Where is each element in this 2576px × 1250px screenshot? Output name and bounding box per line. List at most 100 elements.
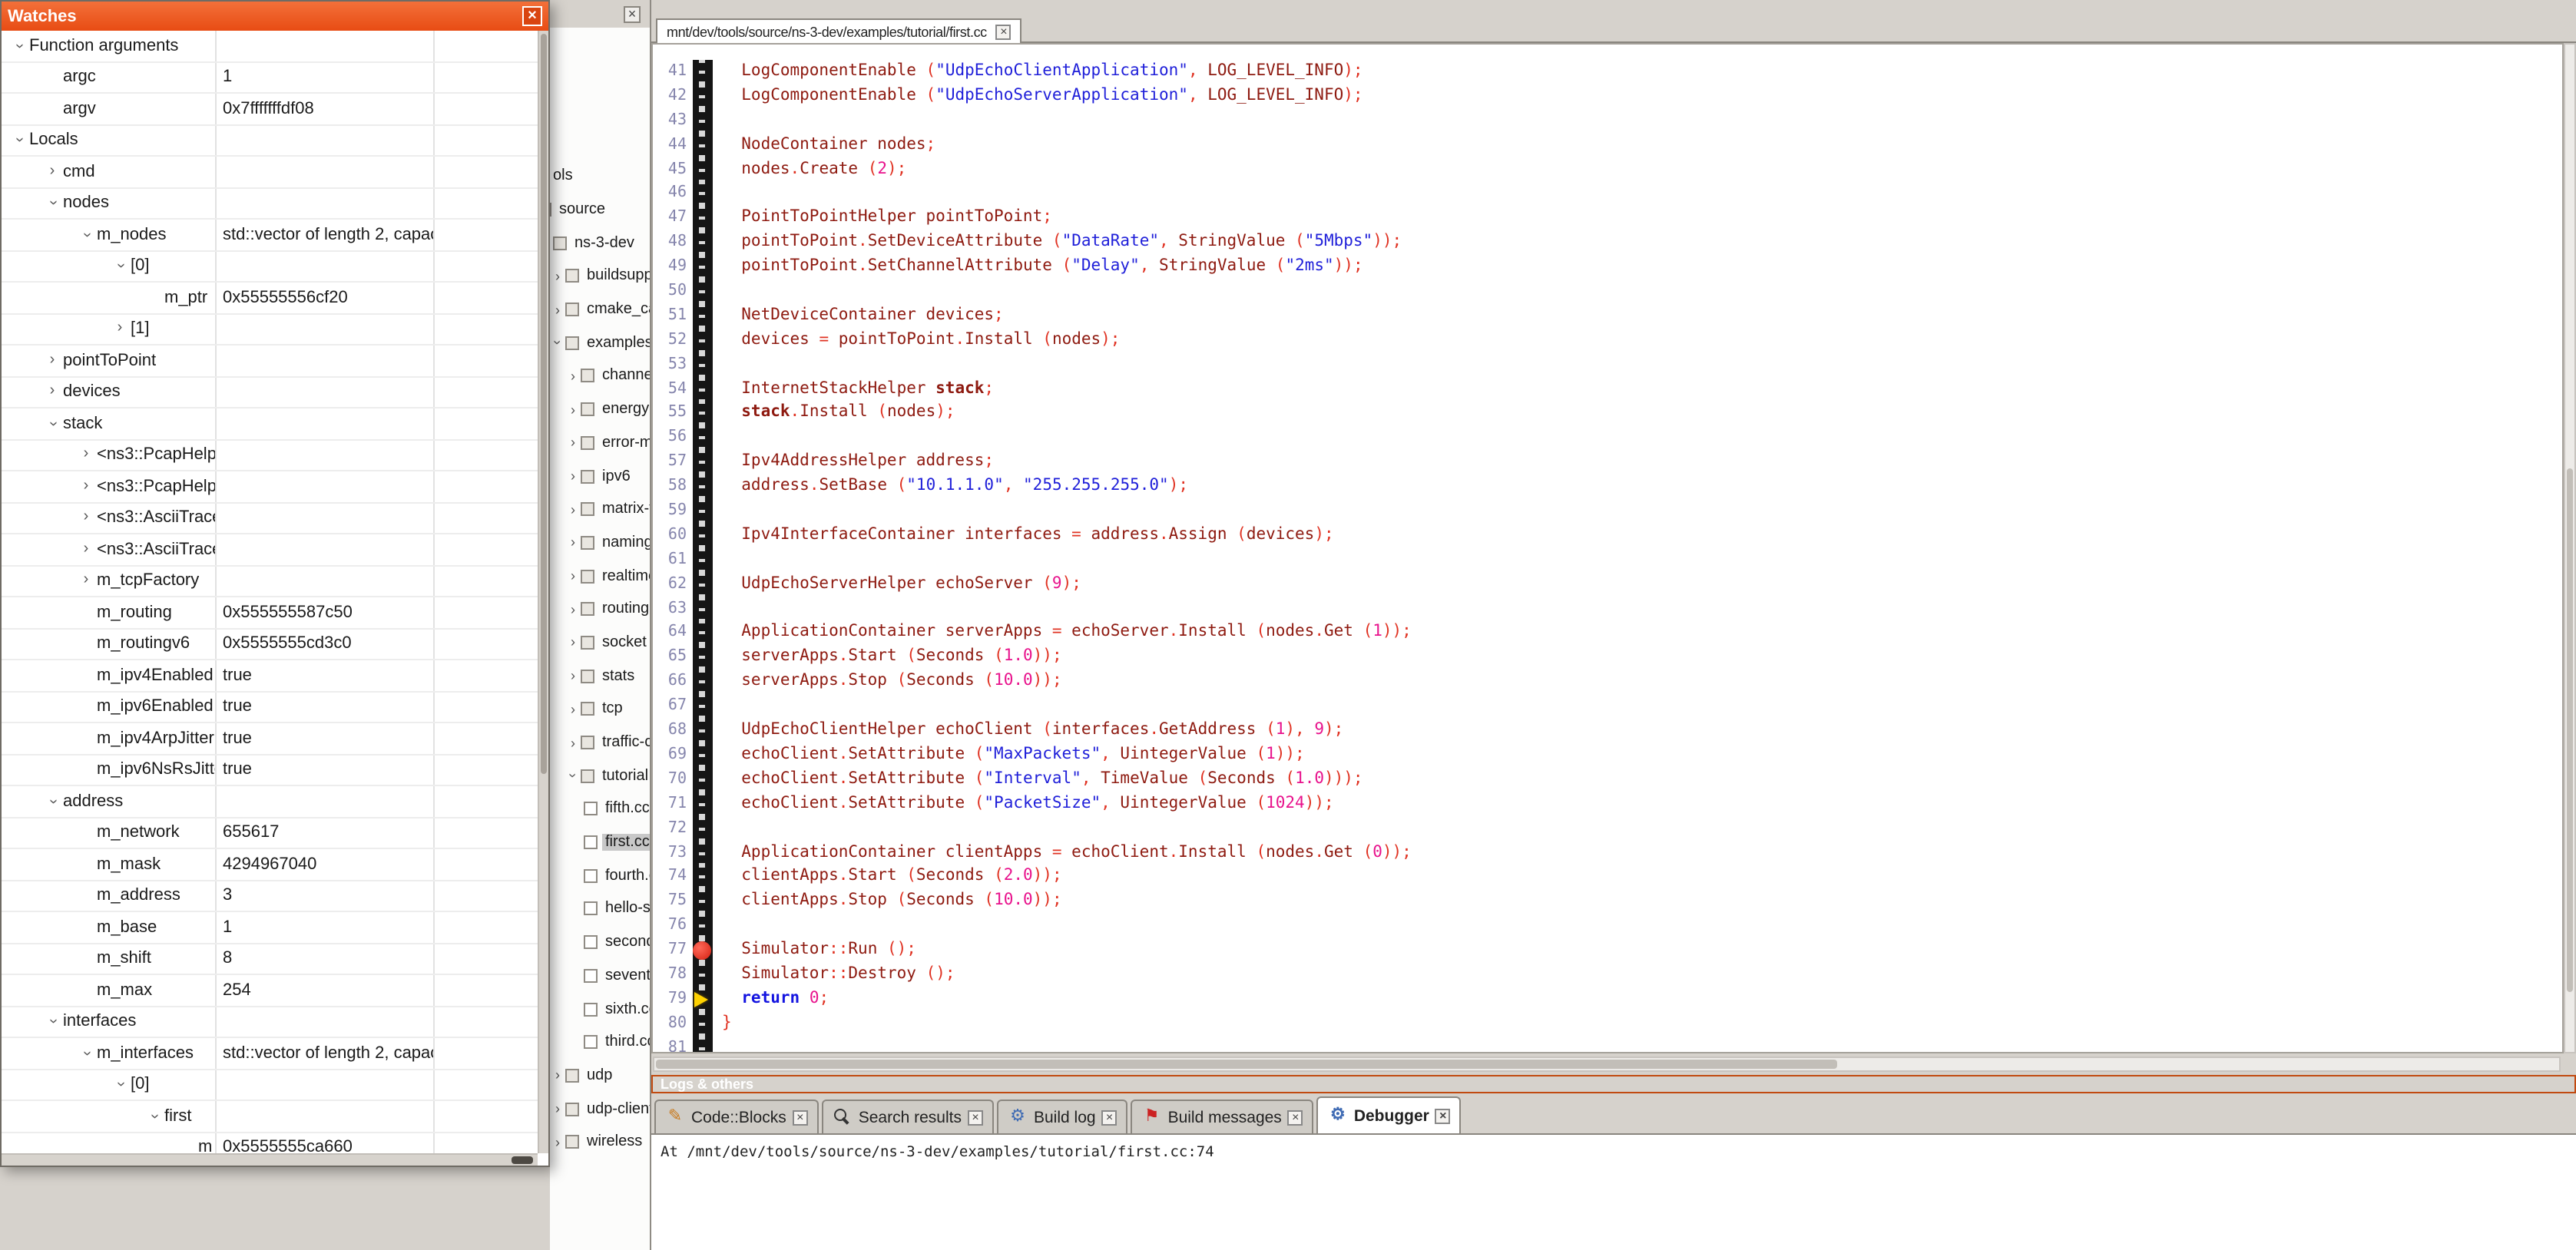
expander-closed-icon[interactable] bbox=[565, 367, 581, 385]
logs-header[interactable]: Logs & others bbox=[651, 1075, 2576, 1093]
gutter-margin[interactable] bbox=[693, 621, 713, 646]
expander-open-icon[interactable] bbox=[43, 1011, 61, 1033]
expander-closed-icon[interactable] bbox=[75, 509, 97, 527]
watch-row[interactable]: <ns3::PcapHelperForIpv6> bbox=[2, 471, 538, 503]
watch-row[interactable]: m_nodesstd::vector of length 2, capacity… bbox=[2, 220, 538, 251]
tree-item[interactable]: fourth.cc bbox=[584, 859, 650, 892]
watch-row[interactable]: m_ipv6NsRsJitterEnabledtrue bbox=[2, 755, 538, 786]
editor-tab[interactable]: mnt/dev/tools/source/ns-3-dev/examples/t… bbox=[656, 18, 1022, 43]
code-line[interactable]: 46 bbox=[653, 182, 2562, 207]
expander-open-icon[interactable] bbox=[111, 1074, 129, 1096]
gutter-margin[interactable] bbox=[693, 84, 713, 109]
code-line[interactable]: 55 stack.Install (nodes); bbox=[653, 402, 2562, 426]
gutter-margin[interactable] bbox=[693, 816, 713, 841]
code-line[interactable]: 50 bbox=[653, 279, 2562, 304]
watch-row[interactable]: <ns3::PcapHelperForIpv4> bbox=[2, 440, 538, 471]
code-line[interactable]: 60 Ipv4InterfaceContainer interfaces = a… bbox=[653, 524, 2562, 548]
log-tab-search-results[interactable]: Search results bbox=[822, 1100, 994, 1133]
gutter-margin[interactable] bbox=[693, 914, 713, 938]
tab-close-icon[interactable] bbox=[968, 1109, 983, 1125]
code-line[interactable]: 52 devices = pointToPoint.Install (nodes… bbox=[653, 329, 2562, 353]
tree-item[interactable]: naming bbox=[565, 526, 650, 559]
code-line[interactable]: 43 bbox=[653, 109, 2562, 134]
expander-open-icon[interactable] bbox=[43, 193, 61, 214]
watch-row[interactable]: m_shift8 bbox=[2, 944, 538, 975]
code-line[interactable]: 44 NodeContainer nodes; bbox=[653, 133, 2562, 157]
gutter-margin[interactable] bbox=[693, 475, 713, 499]
code-line[interactable]: 63 bbox=[653, 597, 2562, 621]
watch-row[interactable]: interfaces bbox=[2, 1007, 538, 1038]
code-line[interactable]: 68 UdpEchoClientHelper echoClient (inter… bbox=[653, 719, 2562, 743]
expander-closed-icon[interactable] bbox=[41, 163, 63, 181]
expander-closed-icon[interactable] bbox=[565, 733, 581, 752]
tree-item[interactable]: channel-mod bbox=[565, 359, 650, 392]
tree-item[interactable]: energy bbox=[565, 393, 650, 426]
editor-vscrollbar[interactable] bbox=[2564, 43, 2576, 1053]
expander-open-icon[interactable] bbox=[9, 130, 28, 151]
expander-open-icon[interactable] bbox=[564, 768, 582, 783]
expander-closed-icon[interactable] bbox=[565, 633, 581, 652]
expander-open-icon[interactable] bbox=[111, 256, 129, 277]
expander-open-icon[interactable] bbox=[77, 1043, 95, 1064]
code-line[interactable]: 57 Ipv4AddressHelper address; bbox=[653, 451, 2562, 475]
gutter-margin[interactable] bbox=[693, 646, 713, 670]
tree-item[interactable]: socket bbox=[565, 626, 650, 659]
code-line[interactable]: 58 address.SetBase ("10.1.1.0", "255.255… bbox=[653, 475, 2562, 499]
tree-item[interactable]: stats bbox=[565, 660, 650, 693]
gutter-margin[interactable] bbox=[693, 670, 713, 695]
code-line[interactable]: 45 nodes.Create (2); bbox=[653, 157, 2562, 182]
watch-row[interactable]: <ns3::AsciiTraceHelperForIpv4> bbox=[2, 503, 538, 534]
code-line[interactable]: 73 ApplicationContainer clientApps = ech… bbox=[653, 841, 2562, 865]
watches-close-icon[interactable] bbox=[522, 6, 542, 26]
gutter-margin[interactable] bbox=[693, 499, 713, 524]
code-line[interactable]: 62 UdpEchoServerHelper echoServer (9); bbox=[653, 572, 2562, 597]
gutter-margin[interactable] bbox=[693, 304, 713, 329]
gutter-margin[interactable] bbox=[693, 352, 713, 377]
gutter-margin[interactable] bbox=[693, 133, 713, 157]
expander-closed-icon[interactable] bbox=[565, 700, 581, 719]
gutter-margin[interactable] bbox=[693, 230, 713, 255]
expander-open-icon[interactable] bbox=[550, 235, 555, 250]
tab-close-icon[interactable] bbox=[793, 1109, 808, 1125]
tree-item[interactable]: examples bbox=[550, 326, 650, 359]
gutter-margin[interactable] bbox=[693, 451, 713, 475]
watch-row[interactable]: Locals bbox=[2, 125, 538, 157]
code-line[interactable]: 78 Simulator::Destroy (); bbox=[653, 963, 2562, 987]
watch-row[interactable]: m_tcpFactory bbox=[2, 566, 538, 597]
gutter-margin[interactable] bbox=[693, 963, 713, 987]
code-line[interactable]: 75 clientApps.Stop (Seconds (10.0)); bbox=[653, 890, 2562, 914]
log-tab-code-blocks[interactable]: Code::Blocks bbox=[654, 1100, 819, 1133]
watch-row[interactable]: m_ptr0x5555555ca660 bbox=[2, 1133, 538, 1153]
log-tab-build-log[interactable]: Build log bbox=[997, 1100, 1128, 1133]
watch-row[interactable]: devices bbox=[2, 377, 538, 408]
watch-row[interactable]: <ns3::AsciiTraceHelperForIpv6> bbox=[2, 534, 538, 566]
code-area[interactable]: 41 LogComponentEnable ("UdpEchoClientApp… bbox=[651, 43, 2564, 1053]
watch-row[interactable]: stack bbox=[2, 408, 538, 440]
watch-row[interactable]: pointToPoint bbox=[2, 346, 538, 377]
expander-closed-icon[interactable] bbox=[565, 434, 581, 452]
gutter-margin[interactable] bbox=[693, 719, 713, 743]
tree-item[interactable]: hello-simul bbox=[584, 892, 650, 925]
expander-closed-icon[interactable] bbox=[550, 267, 565, 286]
code-line[interactable]: 79 return 0; bbox=[653, 987, 2562, 1012]
gutter-margin[interactable] bbox=[693, 768, 713, 792]
expander-closed-icon[interactable] bbox=[550, 300, 565, 319]
code-line[interactable]: 61 bbox=[653, 548, 2562, 573]
gutter-margin[interactable] bbox=[693, 255, 713, 279]
gutter-margin[interactable] bbox=[693, 743, 713, 768]
gutter-margin[interactable] bbox=[693, 938, 713, 963]
gutter-margin[interactable] bbox=[693, 426, 713, 451]
code-line[interactable]: 80} bbox=[653, 1011, 2562, 1036]
gutter-margin[interactable] bbox=[693, 987, 713, 1012]
watch-row[interactable]: argv0x7fffffffdf08 bbox=[2, 94, 538, 125]
expander-open-icon[interactable] bbox=[144, 1106, 163, 1127]
code-line[interactable]: 49 pointToPoint.SetChannelAttribute ("De… bbox=[653, 255, 2562, 279]
code-line[interactable]: 64 ApplicationContainer serverApps = ech… bbox=[653, 621, 2562, 646]
code-line[interactable]: 70 echoClient.SetAttribute ("Interval", … bbox=[653, 768, 2562, 792]
tree-item[interactable]: ipv6 bbox=[565, 459, 650, 492]
watch-row[interactable]: m_interfacesstd::vector of length 2, cap… bbox=[2, 1038, 538, 1070]
expander-closed-icon[interactable] bbox=[565, 534, 581, 552]
expander-closed-icon[interactable] bbox=[75, 572, 97, 590]
expander-closed-icon[interactable] bbox=[41, 352, 63, 370]
gutter-margin[interactable] bbox=[693, 572, 713, 597]
